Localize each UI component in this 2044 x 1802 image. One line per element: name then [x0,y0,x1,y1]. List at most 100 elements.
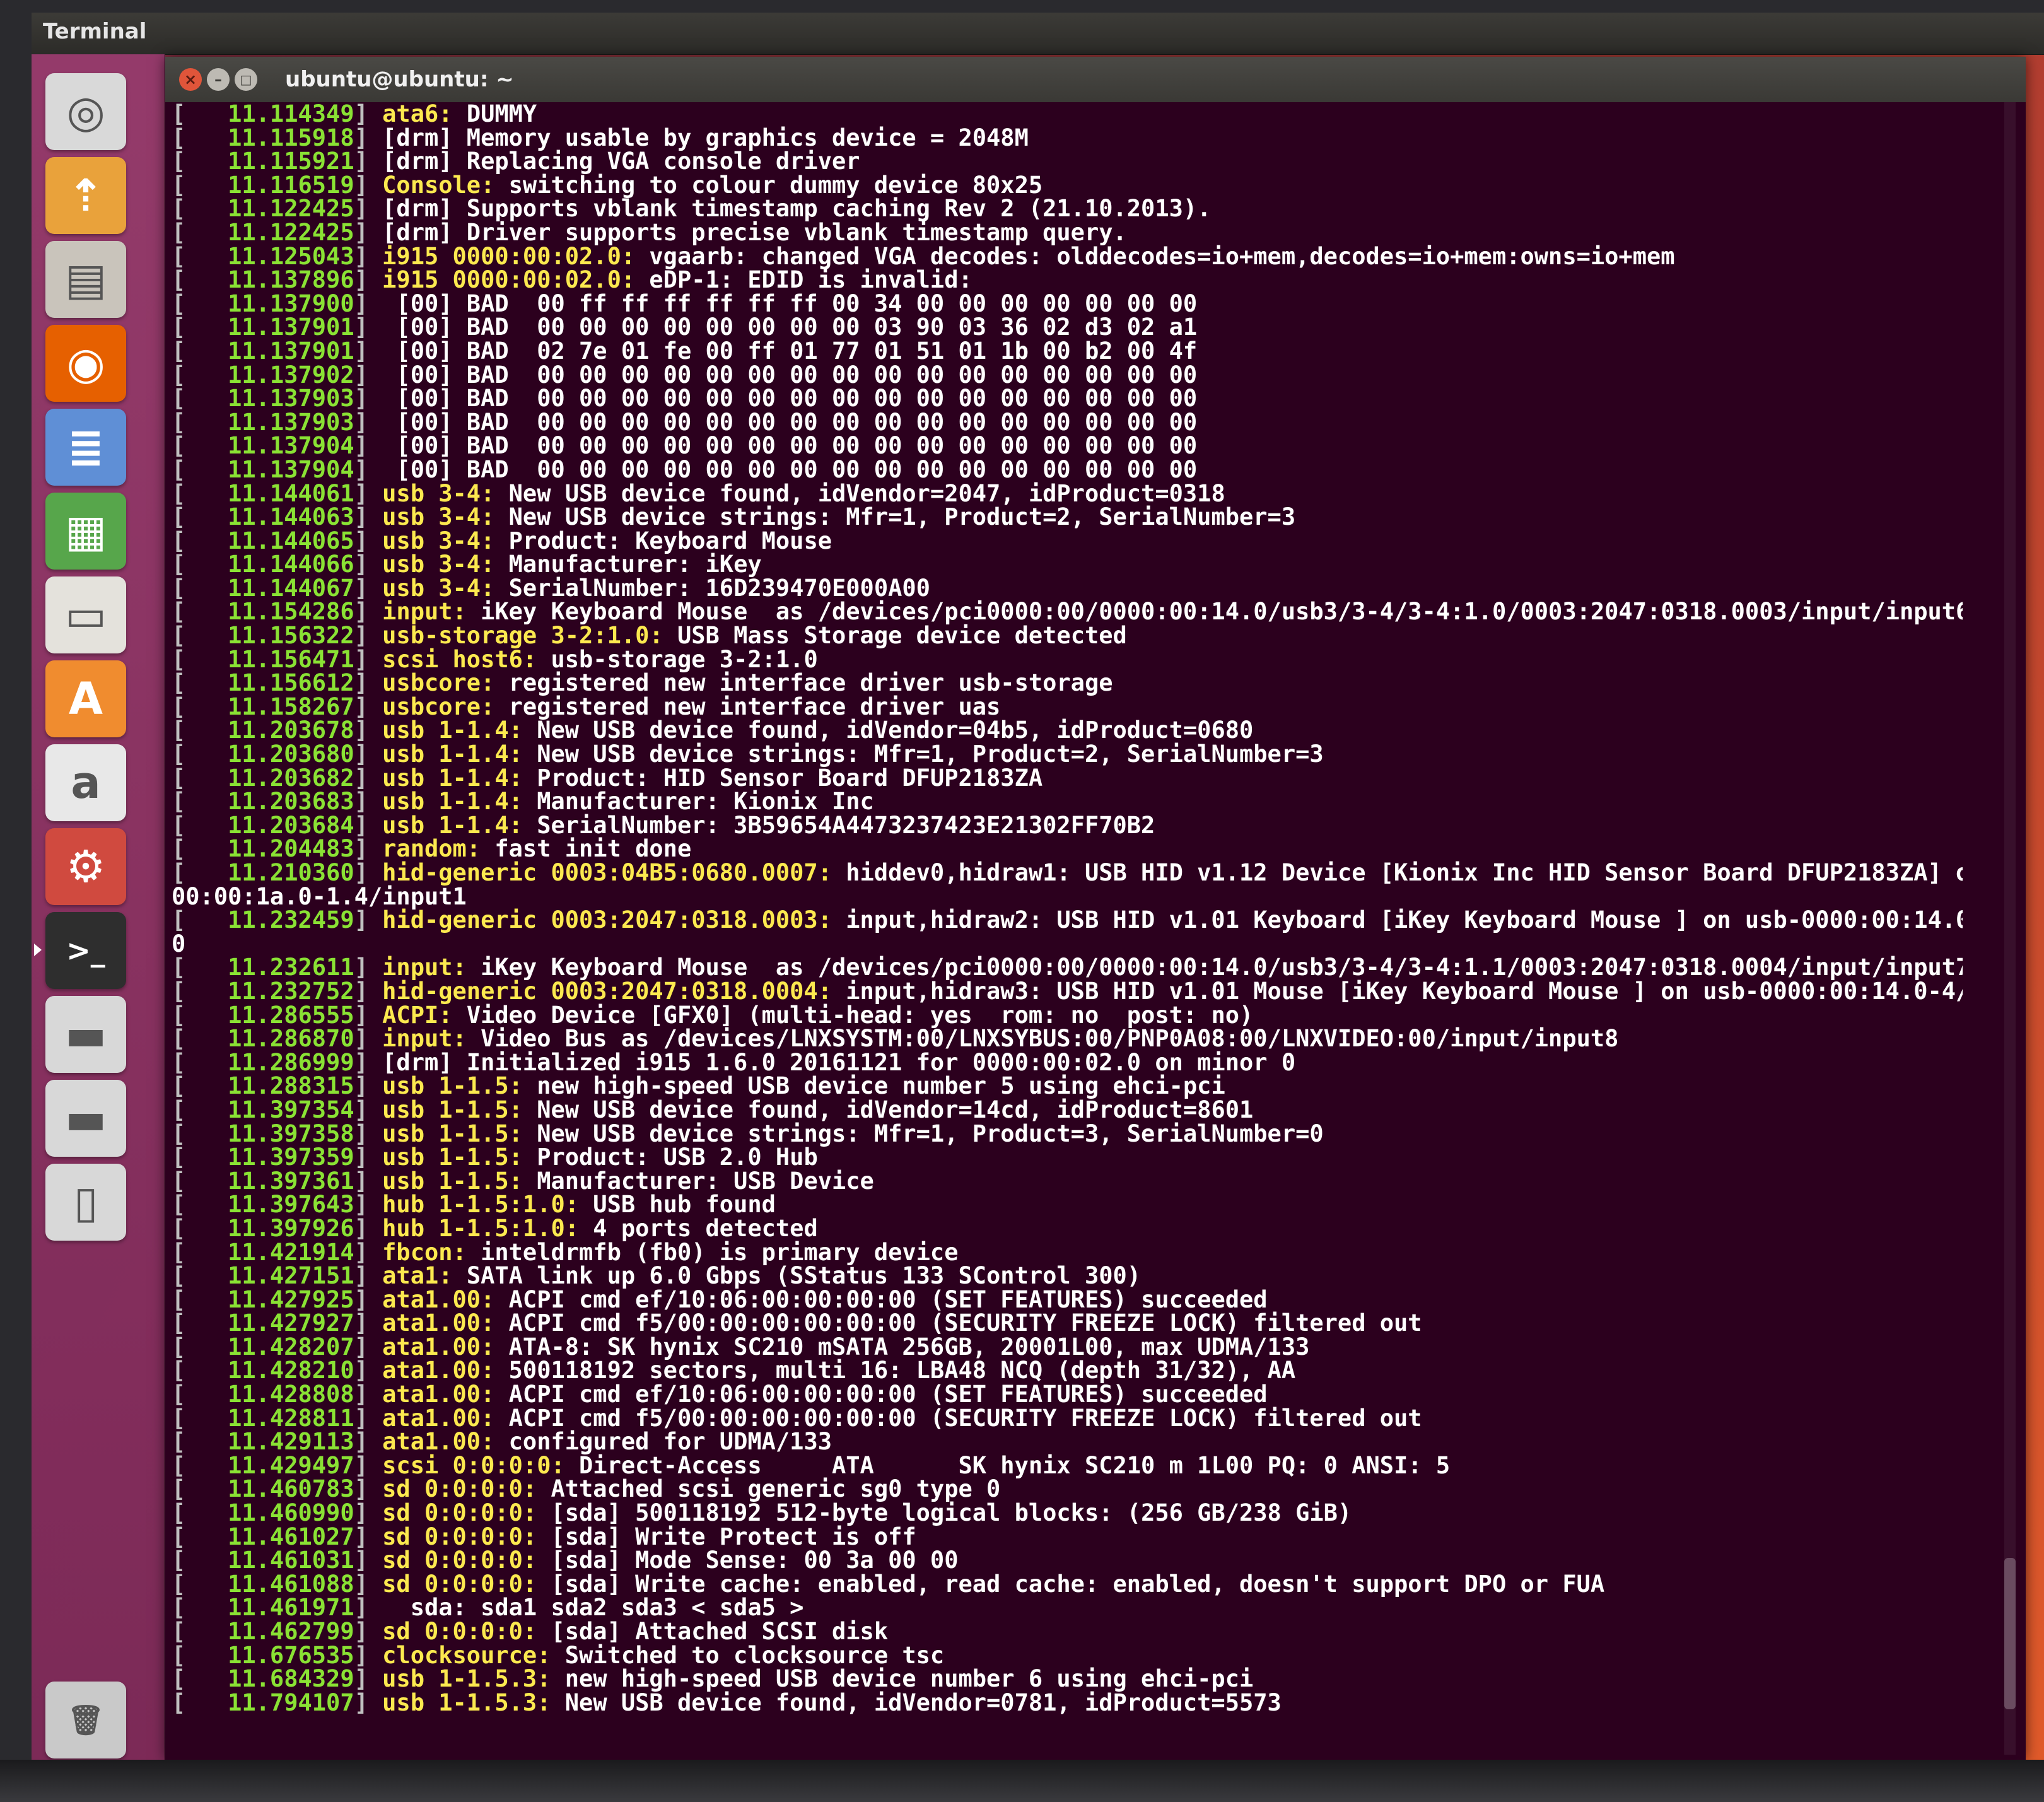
bracket: ] [354,266,383,294]
unity-launcher: ◎ ⇡ ▤ ◉ ≣ ▦ ▭ Aa ⚙ >_ ▬ ▬ ▯ 🗑 [32,54,165,1760]
log-message: 500118192 sectors, multi 16: LBA48 NCQ (… [494,1357,1296,1384]
log-timestamp: 11.137901 [185,313,354,341]
log-subsystem: hid-generic 0003:2047:0318.0004: [382,977,832,1005]
files-icon[interactable]: ▤ [45,241,126,318]
bracket: ] [354,1641,383,1669]
usb-drive-icon-glyph: ▯ [73,1176,98,1228]
bracket: [ [172,361,186,389]
log-timestamp: 11.461088 [185,1570,354,1598]
minimize-button[interactable]: – [207,68,230,91]
window-titlebar[interactable]: × – □ ubuntu@ubuntu: ~ [165,57,2026,102]
log-message: New USB device found, idVendor=2047, idP… [494,479,1225,507]
log-message: ACPI cmd ef/10:06:00:00:00:00 (SET FEATU… [494,1381,1268,1408]
bracket: ] [354,171,383,199]
ubuntu-software-icon[interactable]: ⇡ [45,157,126,234]
log-message: USB hub found [579,1191,776,1219]
log-subsystem: i915 0000:00:02.0: [382,266,636,294]
settings-icon[interactable]: ⚙ [45,828,126,905]
log-subsystem: hid-generic 0003:04B5:0680.0007: [382,859,832,886]
log-message: SerialNumber: 3B59654A4473237423E21302FF… [522,811,1155,839]
log-timestamp: 11.203682 [185,764,354,792]
bracket: [ [172,1214,186,1242]
bracket: [ [172,171,186,199]
terminal-line: [ 11.676535] clocksource: Switched to cl… [172,1641,1963,1669]
firefox-icon[interactable]: ◉ [45,325,126,402]
bracket: ] [354,313,383,341]
log-subsystem: usb 1-1.4: [382,764,523,792]
terminal-line: [ 11.397354] usb 1-1.5: New USB device f… [172,1098,1963,1122]
log-subsystem: Console: [382,171,495,199]
log-message: [drm] Initialized i915 1.6.0 20161121 fo… [382,1048,1296,1076]
dash-home-icon[interactable]: ◎ [45,73,126,150]
bracket: ] [354,503,383,531]
log-message: Product: HID Sensor Board DFUP2183ZA [522,764,1043,792]
amazon-icon[interactable]: a [45,744,126,821]
bracket: ] [354,1499,383,1527]
terminal-window[interactable]: × – □ ubuntu@ubuntu: ~ [ 11.114349] ata6… [165,57,2026,1760]
terminal-line: [ 11.397643] hub 1-1.5:1.0: USB hub foun… [172,1193,1963,1217]
bracket: ] [354,1357,383,1384]
app-center-icon[interactable]: A [45,660,126,737]
log-subsystem: ata1.00: [382,1381,495,1408]
terminal-line: [ 11.122425] [drm] Driver supports preci… [172,221,1963,245]
bracket: [ [172,1688,186,1716]
maximize-button[interactable]: □ [235,68,257,91]
usb-drive-icon[interactable]: ▯ [45,1164,126,1241]
log-subsystem: ACPI: [382,1001,453,1029]
bracket: ] [354,337,383,365]
terminal-output[interactable]: [ 11.114349] ata6: DUMMY[ 11.115918] [dr… [165,102,1963,1760]
bracket: [ [172,1048,186,1076]
log-message: vgaarb: changed VGA decodes: olddecodes=… [635,242,1675,270]
bracket: ] [354,1048,383,1076]
log-timestamp: 11.137900 [185,290,354,317]
impress-icon[interactable]: ▭ [45,576,126,653]
bracket: [ [172,290,186,317]
terminal-line: [ 11.286870] input: Video Bus as /device… [172,1027,1963,1051]
log-timestamp: 11.203678 [185,717,354,744]
terminal-line: [ 11.137903] [00] BAD 00 00 00 00 00 00 … [172,387,1963,411]
bracket: [ [172,693,186,720]
calc-icon[interactable]: ▦ [45,493,126,570]
bracket: ] [354,1167,383,1195]
bracket: ] [354,669,383,697]
terminal-line: [ 11.397359] usb 1-1.5: Product: USB 2.0… [172,1145,1963,1169]
bracket: [ [172,645,186,673]
bracket: [ [172,1594,186,1622]
trash-icon[interactable]: 🗑 [45,1682,126,1758]
bracket: ] [354,1238,383,1266]
bracket: [ [172,432,186,460]
drive-icon-2[interactable]: ▬ [45,1080,126,1157]
log-timestamp: 11.427151 [185,1262,354,1290]
terminal-line: [ 11.421914] fbcon: inteldrmfb (fb0) is … [172,1238,1963,1266]
log-message: [00] BAD 00 ff ff ff ff ff ff 00 34 00 0… [382,290,1198,317]
log-timestamp: 11.156471 [185,645,354,673]
drive-icon-glyph: ▬ [64,1009,107,1060]
log-subsystem: ata1.00: [382,1404,495,1432]
log-subsystem: usb 3-4: [382,479,495,507]
drive-icon[interactable]: ▬ [45,996,126,1073]
log-timestamp: 11.137904 [185,455,354,483]
terminal-line: [ 11.115918] [drm] Memory usable by grap… [172,126,1963,150]
close-button[interactable]: × [179,68,202,91]
log-timestamp: 11.427925 [185,1285,354,1313]
log-message: [drm] Replacing VGA console driver [382,148,860,175]
log-timestamp: 11.428808 [185,1381,354,1408]
bracket: ] [354,811,383,839]
log-subsystem: scsi host6: [382,645,537,673]
log-subsystem: usbcore: [382,693,495,720]
bracket: ] [354,1285,383,1313]
bracket: [ [172,1167,186,1195]
log-subsystem: scsi 0:0:0:0: [382,1451,565,1479]
bracket: ] [354,835,383,863]
bracket: ] [354,1688,383,1716]
terminal-icon[interactable]: >_ [45,912,126,989]
terminal-line: [ 11.427151] ata1: SATA link up 6.0 Gbps… [172,1264,1963,1288]
log-message: Manufacturer: USB Device [522,1167,874,1195]
writer-icon[interactable]: ≣ [45,409,126,486]
log-message: [00] BAD 00 00 00 00 00 00 00 00 03 90 0… [382,313,1198,341]
terminal-scrollbar-thumb[interactable] [2004,1558,2016,1709]
bracket: [ [172,1072,186,1100]
log-subsystem: usb 1-1.5: [382,1120,523,1147]
terminal-scrollbar-track[interactable] [2004,102,2016,1755]
terminal-line: [ 11.210360] hid-generic 0003:04B5:0680.… [172,861,1963,885]
